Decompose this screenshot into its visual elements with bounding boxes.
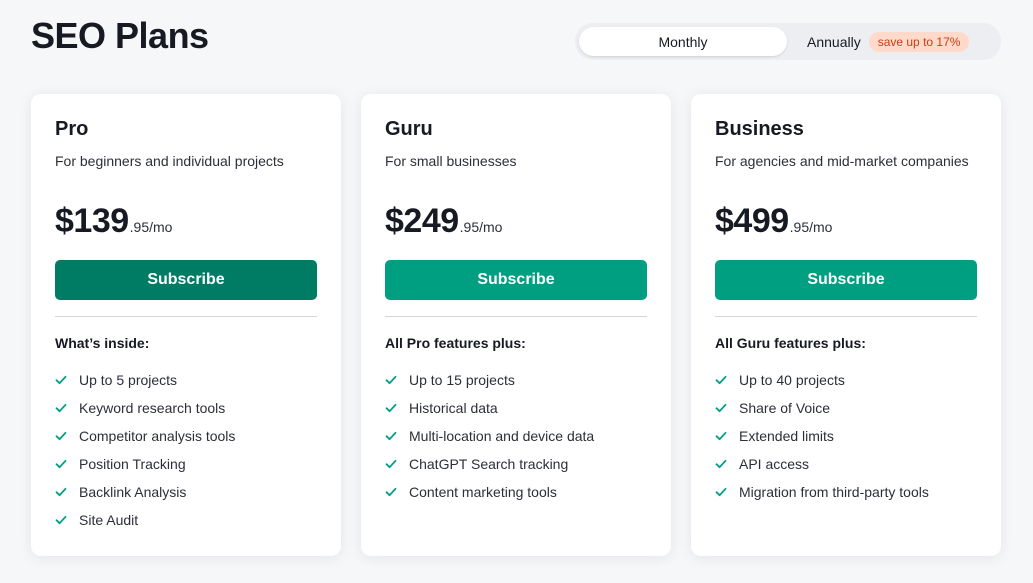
feature-item: Up to 5 projects <box>55 366 235 394</box>
check-icon <box>715 403 727 413</box>
feature-label: Up to 5 projects <box>79 372 178 388</box>
feature-label: Up to 40 projects <box>739 372 845 388</box>
feature-label: API access <box>739 456 810 472</box>
price-suffix: .95/mo <box>789 219 833 235</box>
save-badge: save up to 17% <box>868 31 970 52</box>
check-icon <box>715 375 727 385</box>
feature-item: Content marketing tools <box>385 478 594 506</box>
feature-item: Up to 40 projects <box>715 366 929 394</box>
check-icon <box>385 375 397 385</box>
billing-period-toggle: Monthly Annually save up to 17% <box>575 23 1001 60</box>
divider <box>715 316 977 317</box>
feature-label: ChatGPT Search tracking <box>409 456 569 472</box>
subscribe-button-pro[interactable]: Subscribe <box>55 260 317 300</box>
feature-item: Backlink Analysis <box>55 478 235 506</box>
check-icon <box>715 459 727 469</box>
feature-list: Up to 15 projects Historical data Multi-lo… <box>385 366 594 506</box>
feature-item: Up to 15 projects <box>385 366 594 394</box>
price-suffix: .95/mo <box>129 219 173 235</box>
feature-item: ChatGPT Search tracking <box>385 450 594 478</box>
feature-label: Content marketing tools <box>409 484 557 500</box>
feature-list: Up to 5 projects Keyword research tools Co… <box>55 366 235 534</box>
check-icon <box>55 375 67 385</box>
plan-price: $139 .95/mo <box>55 202 172 241</box>
feature-label: Up to 15 projects <box>409 372 515 388</box>
feature-item: Position Tracking <box>55 450 235 478</box>
plan-card-pro: Pro For beginners and individual project… <box>31 94 341 556</box>
feature-label: Keyword research tools <box>79 400 226 416</box>
feature-label: Share of Voice <box>739 400 831 416</box>
monthly-option[interactable]: Monthly <box>579 27 787 56</box>
check-icon <box>385 487 397 497</box>
page-title: SEO Plans <box>31 15 209 56</box>
feature-label: Position Tracking <box>79 456 186 472</box>
feature-item: Historical data <box>385 394 594 422</box>
feature-label: Migration from third-party tools <box>739 484 929 500</box>
features-heading: What’s inside: <box>55 335 150 351</box>
plan-name: Business <box>715 118 804 140</box>
plan-description: For beginners and individual projects <box>55 153 284 169</box>
plan-name: Pro <box>55 118 89 140</box>
feature-item: Extended limits <box>715 422 929 450</box>
feature-item: Multi-location and device data <box>385 422 594 450</box>
feature-label: Extended limits <box>739 428 834 444</box>
plan-price: $499 .95/mo <box>715 202 832 241</box>
feature-item: Keyword research tools <box>55 394 235 422</box>
feature-label: Site Audit <box>79 512 139 528</box>
check-icon <box>55 459 67 469</box>
check-icon <box>55 431 67 441</box>
subscribe-button-guru[interactable]: Subscribe <box>385 260 647 300</box>
check-icon <box>385 403 397 413</box>
feature-item: Migration from third-party tools <box>715 478 929 506</box>
price-main: $499 <box>715 202 789 240</box>
plan-card-guru: Guru For small businesses $249 .95/mo Su… <box>361 94 671 556</box>
subscribe-button-business[interactable]: Subscribe <box>715 260 977 300</box>
price-suffix: .95/mo <box>459 219 503 235</box>
plan-price: $249 .95/mo <box>385 202 502 241</box>
feature-label: Competitor analysis tools <box>79 428 236 444</box>
divider <box>385 316 647 317</box>
plan-cards: Pro For beginners and individual project… <box>31 94 1001 556</box>
price-main: $249 <box>385 202 459 240</box>
plan-description: For agencies and mid-market companies <box>715 153 969 169</box>
feature-item: Competitor analysis tools <box>55 422 235 450</box>
check-icon <box>385 459 397 469</box>
feature-item: Share of Voice <box>715 394 929 422</box>
divider <box>55 316 317 317</box>
feature-list: Up to 40 projects Share of Voice Extended … <box>715 366 929 506</box>
check-icon <box>55 403 67 413</box>
check-icon <box>385 431 397 441</box>
plan-card-business: Business For agencies and mid-market com… <box>691 94 1001 556</box>
feature-label: Backlink Analysis <box>79 484 187 500</box>
check-icon <box>55 515 67 525</box>
feature-label: Historical data <box>409 400 498 416</box>
annually-option[interactable]: Annually save up to 17% <box>807 27 970 56</box>
feature-label: Multi-location and device data <box>409 428 595 444</box>
features-heading: All Pro features plus: <box>385 335 526 351</box>
pricing-page: SEO Plans Monthly Annually save up to 17… <box>0 0 1033 583</box>
plan-description: For small businesses <box>385 153 517 169</box>
check-icon <box>715 487 727 497</box>
price-main: $139 <box>55 202 129 240</box>
plan-name: Guru <box>385 118 433 140</box>
check-icon <box>55 487 67 497</box>
feature-item: API access <box>715 450 929 478</box>
feature-item: Site Audit <box>55 506 235 534</box>
features-heading: All Guru features plus: <box>715 335 866 351</box>
annually-label: Annually <box>807 33 861 50</box>
check-icon <box>715 431 727 441</box>
